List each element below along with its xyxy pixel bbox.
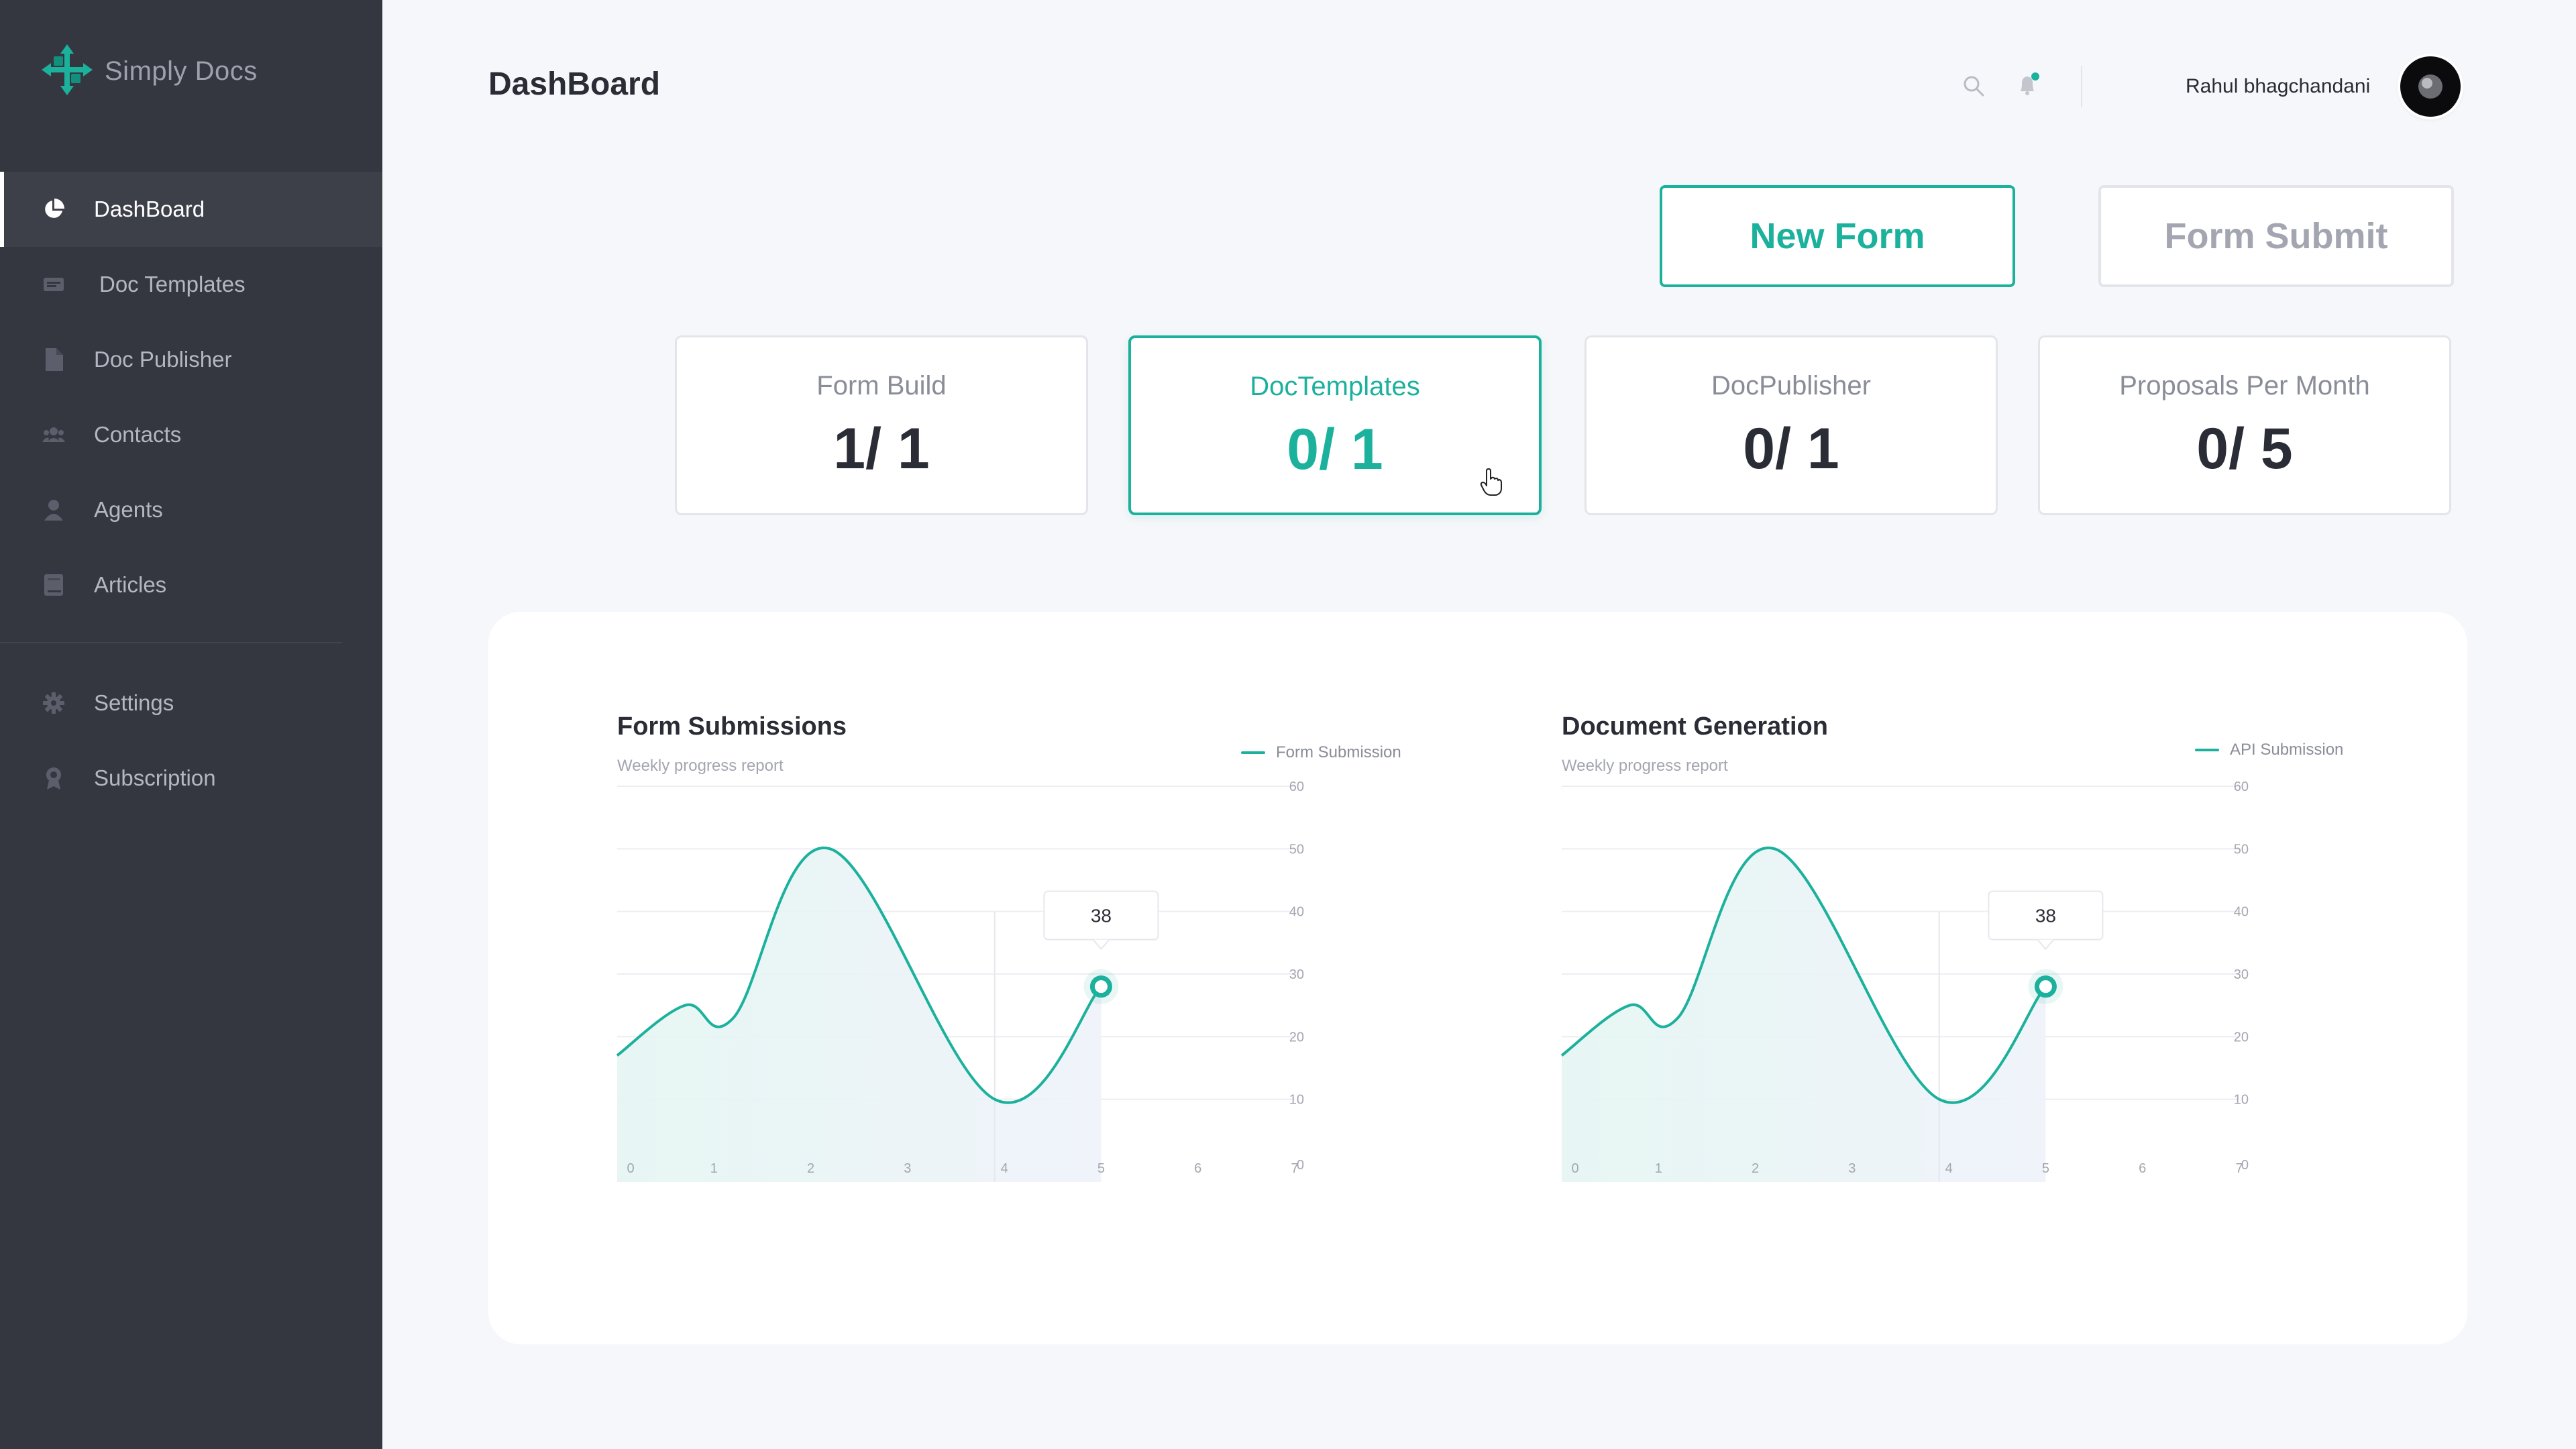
- x-tick-label: 2: [1752, 1161, 1759, 1176]
- sidebar-item-label: Doc Publisher: [94, 347, 232, 372]
- x-tick-label: 7: [2235, 1161, 2243, 1176]
- x-tick-label: 0: [1571, 1161, 1578, 1176]
- document-icon: [42, 347, 66, 372]
- chart-subtitle: Weekly progress report: [1562, 757, 1728, 775]
- x-tick-label: 7: [1291, 1161, 1298, 1176]
- data-point-marker: [2034, 975, 2057, 998]
- sidebar-item-label: Agents: [94, 497, 163, 522]
- form-submit-button[interactable]: Form Submit: [2098, 185, 2454, 287]
- agent-icon: [42, 498, 66, 522]
- new-form-button[interactable]: New Form: [1660, 185, 2015, 287]
- charts-panel: Form Submissions Weekly progress report …: [488, 612, 2467, 1344]
- stat-card-proposals-per-month[interactable]: Proposals Per Month 0/ 5: [2038, 335, 2451, 515]
- tooltip-pointer: [1092, 939, 1110, 951]
- stat-card-doc-publisher[interactable]: DocPublisher 0/ 1: [1585, 335, 1998, 515]
- y-tick-label: 40: [1289, 905, 1304, 920]
- area-fill: [1562, 847, 2046, 1182]
- search-icon[interactable]: [1959, 71, 1988, 101]
- stat-label: Proposals Per Month: [2119, 371, 2370, 400]
- bell-icon[interactable]: [2014, 70, 2043, 99]
- x-tick-label: 6: [1194, 1161, 1201, 1176]
- x-tick-label: 2: [807, 1161, 814, 1176]
- legend-label: Form Submission: [1276, 743, 1401, 761]
- gear-icon: [42, 691, 66, 715]
- sidebar-item-contacts[interactable]: Contacts: [0, 397, 382, 472]
- y-tick-label: 30: [2234, 967, 2249, 982]
- x-tick-label: 6: [2139, 1161, 2146, 1176]
- template-icon: [42, 272, 66, 297]
- y-tick-label: 60: [2234, 780, 2249, 794]
- form-submissions-chart[interactable]: 01020304050600 1 2 3 4 5 6 738: [616, 780, 1304, 1189]
- y-tick-label: 60: [1289, 780, 1304, 794]
- header-divider: [2081, 66, 2082, 107]
- y-tick-label: 10: [2234, 1093, 2249, 1108]
- y-tick-label: 50: [1289, 842, 1304, 857]
- y-tick-label: 10: [1289, 1093, 1304, 1108]
- app-name: Simply Docs: [105, 56, 258, 86]
- user-name[interactable]: Rahul bhagchandani: [2186, 75, 2370, 98]
- sidebar-item-label: Subscription: [94, 765, 216, 790]
- x-tick-label: 4: [1945, 1161, 1953, 1176]
- book-icon: [42, 573, 66, 597]
- stat-value: 0/ 1: [1743, 417, 1839, 481]
- x-tick-label: 1: [710, 1161, 718, 1176]
- legend-swatch: [2195, 749, 2219, 751]
- y-tick-label: 20: [1289, 1030, 1304, 1044]
- stat-label: DocPublisher: [1711, 371, 1871, 400]
- sidebar-item-subscription[interactable]: Subscription: [0, 741, 382, 816]
- legend-swatch: [1241, 751, 1265, 754]
- x-tick-label: 3: [1848, 1161, 1856, 1176]
- x-tick-label: 5: [1097, 1161, 1105, 1176]
- y-tick-label: 30: [1289, 967, 1304, 982]
- avatar[interactable]: [2400, 56, 2461, 117]
- chart-title: Document Generation: [1562, 712, 1828, 741]
- chart-title: Form Submissions: [617, 712, 847, 741]
- x-tick-label: 4: [1001, 1161, 1008, 1176]
- tooltip-value: 38: [2035, 906, 2056, 926]
- document-generation-chart[interactable]: 01020304050600 1 2 3 4 5 6 738: [1560, 780, 2249, 1189]
- sidebar-item-label: Articles: [94, 572, 167, 597]
- sidebar-item-doc-publisher[interactable]: Doc Publisher: [0, 322, 382, 397]
- legend-label: API Submission: [2230, 741, 2344, 759]
- contacts-icon: [42, 423, 66, 447]
- page-title: DashBoard: [488, 66, 661, 102]
- x-tick-label: 0: [627, 1161, 634, 1176]
- sidebar-item-articles[interactable]: Articles: [0, 547, 382, 623]
- stat-card-form-build[interactable]: Form Build 1/ 1: [675, 335, 1088, 515]
- chart-legend: Form Submission: [1241, 743, 1401, 762]
- data-point-marker: [1089, 975, 1112, 998]
- sidebar-item-label: DashBoard: [94, 197, 205, 221]
- chart-subtitle: Weekly progress report: [617, 757, 784, 775]
- app-logo[interactable]: Simply Docs: [42, 44, 258, 99]
- pie-chart-icon: [42, 197, 66, 221]
- badge-icon: [42, 766, 66, 790]
- tooltip-value: 38: [1091, 906, 1112, 926]
- stat-value: 1/ 1: [833, 417, 930, 481]
- logo-icon: [42, 44, 93, 99]
- stat-value: 0/ 1: [1287, 417, 1383, 482]
- sidebar-item-agents[interactable]: Agents: [0, 472, 382, 547]
- area-fill: [617, 847, 1102, 1182]
- x-tick-label: 1: [1655, 1161, 1662, 1176]
- stat-value: 0/ 5: [2196, 417, 2293, 481]
- hand-cursor-icon: [1480, 468, 1503, 500]
- sidebar: Simply Docs DashBoard Doc Templates Doc …: [0, 0, 382, 1449]
- sidebar-item-label: Doc Templates: [99, 272, 246, 297]
- x-tick-label: 3: [904, 1161, 911, 1176]
- sidebar-item-label: Contacts: [94, 422, 182, 447]
- y-tick-label: 50: [2234, 842, 2249, 857]
- tooltip-pointer: [2037, 939, 2055, 951]
- x-tick-label: 5: [2042, 1161, 2049, 1176]
- sidebar-item-doc-templates[interactable]: Doc Templates: [0, 247, 382, 322]
- y-tick-label: 40: [2234, 905, 2249, 920]
- chart-legend: API Submission: [2195, 741, 2343, 759]
- sidebar-item-dashboard[interactable]: DashBoard: [0, 172, 382, 247]
- stat-label: DocTemplates: [1250, 372, 1420, 401]
- sidebar-divider: [0, 642, 342, 643]
- sidebar-item-settings[interactable]: Settings: [0, 665, 382, 741]
- sidebar-item-label: Settings: [94, 690, 174, 715]
- stat-label: Form Build: [816, 371, 947, 400]
- y-tick-label: 20: [2234, 1030, 2249, 1044]
